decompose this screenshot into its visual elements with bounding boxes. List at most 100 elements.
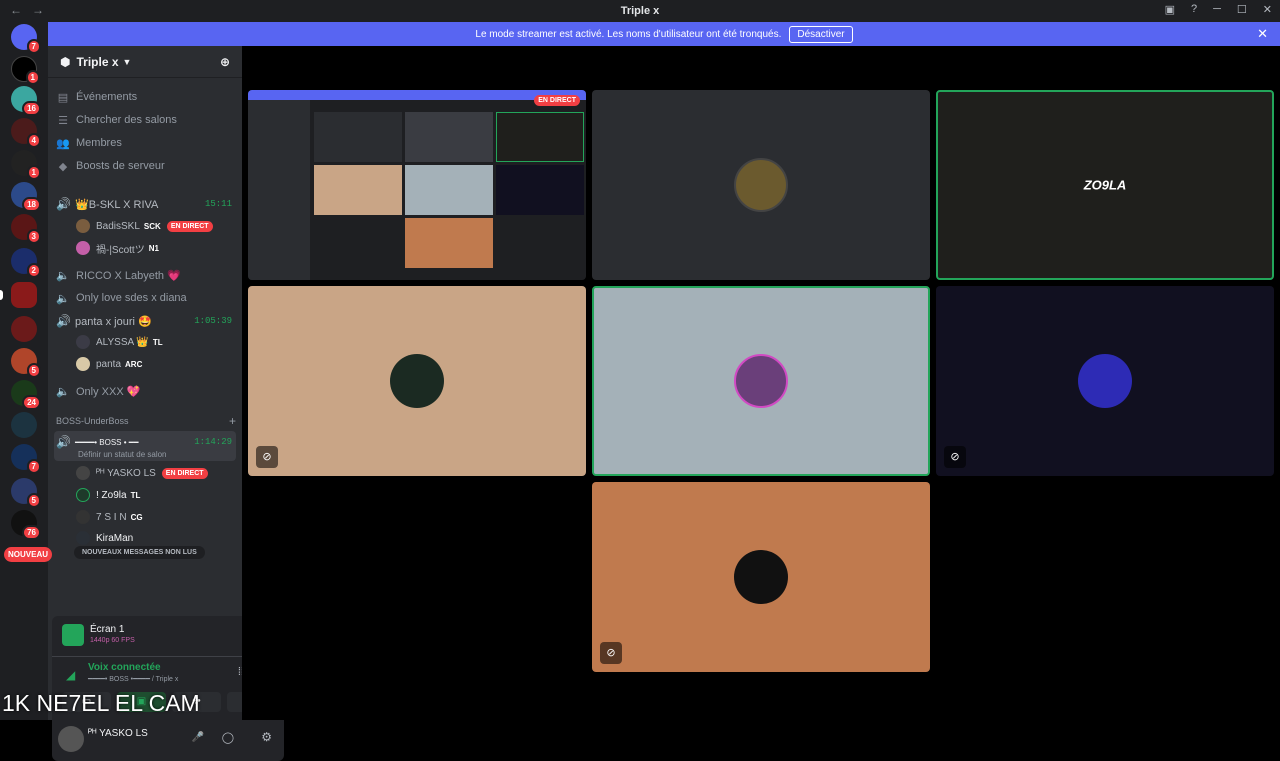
voice-channel[interactable]: 🔈 Only love sdes x diana <box>56 287 236 309</box>
avatar <box>734 354 788 408</box>
stream-icon <box>62 624 84 646</box>
unread-messages-pill[interactable]: NOUVEAUX MESSAGES NON LUS <box>74 546 205 559</box>
voice-user[interactable]: 7 S I N CG <box>76 507 236 527</box>
server-icon[interactable]: 4 <box>11 118 41 148</box>
voice-channel[interactable]: 🔈 RICCO X Labyeth 💗 <box>56 264 236 286</box>
voice-user[interactable]: ALYSSA 👑 TL <box>76 332 236 352</box>
stage-grid: EN DIRECT ZO9LA ⊘ ⊘ ⊘ <box>242 46 1280 720</box>
user-avatar[interactable] <box>58 726 84 752</box>
stream-overlay-text: 1K NE7EL EL CAM <box>2 690 200 716</box>
add-channel-icon[interactable]: + <box>229 414 236 428</box>
user-name[interactable]: ᴾᴴ YASKO LS <box>88 728 148 739</box>
participant-tile-speaking[interactable]: ZO9LA <box>936 90 1274 280</box>
participant-tile[interactable]: ⊘ <box>936 286 1274 476</box>
guild-name: Triple x <box>76 54 119 69</box>
invite-icon[interactable]: ⊕ <box>220 55 230 69</box>
avatar-logo: ZO9LA <box>1083 177 1127 193</box>
server-icon[interactable]: 18 <box>11 182 41 212</box>
voice-channel[interactable]: 🔊 👑B-SKL X RIVA 15:11 <box>56 193 236 215</box>
stream-title: Écran 1 <box>90 624 125 635</box>
server-icon[interactable] <box>11 316 37 342</box>
server-list: 7 1 16 4 1 18 3 2 5 24 7 5 76 <box>0 22 48 720</box>
speaker-icon: 🔈 <box>56 292 70 305</box>
title-bar: ←→ Triple x ▣ ? ─ ☐ ✕ <box>0 0 1280 22</box>
speaker-icon: 🔈 <box>56 269 70 282</box>
channel-sidebar: ⬢ Triple x ▼ ⊕ ▤ Événements ☰ Chercher des… <box>48 46 284 761</box>
voice-channel-name[interactable]: ━━━━• BOSS •━━━━ / Triple x <box>88 675 178 683</box>
video-off-icon: ⊘ <box>944 446 966 468</box>
video-off-icon: ⊘ <box>256 446 278 468</box>
avatar <box>76 241 90 255</box>
voice-user[interactable]: panta ARC <box>76 354 236 374</box>
avatar <box>76 335 90 349</box>
voice-user[interactable]: ᴾᴴ YASKO LS EN DIRECT <box>76 463 236 483</box>
speaker-icon: 🔊 <box>56 435 71 449</box>
voice-channel[interactable]: 🔊 panta x jouri 🤩 1:05:39 <box>56 310 236 332</box>
microphone-icon[interactable]: 🎤 <box>192 732 204 743</box>
server-icon[interactable] <box>11 412 37 438</box>
browse-icon: ☰ <box>58 114 68 127</box>
close-banner-icon[interactable]: ✕ <box>1257 26 1268 42</box>
menu-events[interactable]: ▤ Événements <box>56 86 236 108</box>
menu-browse-channels[interactable]: ☰ Chercher des salons <box>56 109 236 131</box>
server-icon[interactable]: 5 <box>11 478 41 508</box>
banner-text: Le mode streamer est activé. Les noms d'… <box>475 28 782 40</box>
avatar <box>76 488 90 502</box>
inbox-icon[interactable]: ▣ <box>1165 3 1175 16</box>
voice-user[interactable]: 禍-|Scottツ N1 <box>76 238 236 258</box>
speaker-icon: 🔊 <box>56 314 71 328</box>
new-servers-badge[interactable]: NOUVEAU <box>4 547 53 562</box>
discord-home-icon[interactable]: 7 <box>11 24 41 54</box>
settings-gear-icon[interactable]: ⚙ <box>261 730 272 744</box>
server-icon[interactable]: 2 <box>11 248 41 278</box>
chevron-down-icon: ▼ <box>122 56 132 67</box>
connection-icon[interactable]: ◢ <box>66 668 75 682</box>
maximize-button[interactable]: ☐ <box>1237 3 1247 16</box>
guild-header[interactable]: ⬢ Triple x ▼ ⊕ <box>48 46 242 78</box>
speaker-icon: 🔈 <box>56 385 70 398</box>
calendar-icon: ▤ <box>57 91 69 104</box>
voice-user[interactable]: ! Zo9la TL <box>76 485 236 505</box>
server-icon[interactable]: 1 <box>11 56 40 85</box>
avatar <box>76 466 90 480</box>
voice-channel[interactable]: 🔈 Only XXX 💖 <box>56 380 236 402</box>
window-title: Triple x <box>620 5 660 17</box>
voice-user[interactable]: KiraMan <box>76 528 236 548</box>
menu-server-boosts[interactable]: ◆ Boosts de serveur <box>56 155 236 177</box>
avatar <box>76 357 90 371</box>
speaker-icon: 🔊 <box>56 197 71 211</box>
participant-tile-speaking[interactable] <box>592 286 930 476</box>
server-icon[interactable]: 1 <box>11 150 41 180</box>
server-icon[interactable]: 16 <box>11 86 41 116</box>
avatar <box>734 158 788 212</box>
help-icon[interactable]: ? <box>1191 3 1197 16</box>
minimize-button[interactable]: ─ <box>1213 3 1221 16</box>
server-icon[interactable]: 7 <box>11 444 41 474</box>
streamer-mode-banner: Le mode streamer est activé. Les noms d'… <box>48 22 1280 46</box>
voice-status[interactable]: Voix connectée <box>88 662 161 673</box>
participant-tile[interactable]: ⊘ <box>592 482 930 672</box>
participant-tile[interactable] <box>592 90 930 280</box>
participant-tile[interactable]: ⊘ <box>248 286 586 476</box>
server-icon[interactable]: 3 <box>11 214 41 244</box>
avatar <box>390 354 444 408</box>
avatar <box>76 531 90 545</box>
close-window-button[interactable]: ✕ <box>1263 3 1272 16</box>
video-off-icon: ⊘ <box>600 642 622 664</box>
members-icon: 👥 <box>56 137 70 150</box>
server-icon[interactable]: 76 <box>11 510 41 540</box>
channel-status[interactable]: Définir un statut de salon <box>78 447 238 461</box>
headset-icon[interactable]: ◯ <box>222 731 234 744</box>
category-header[interactable]: BOSS-UnderBoss + <box>56 414 236 428</box>
avatar <box>76 219 90 233</box>
voice-user[interactable]: BadisSKL SCK EN DIRECT <box>76 216 236 236</box>
server-icon[interactable]: 5 <box>11 348 41 378</box>
guild-icon: ⬢ <box>60 54 71 69</box>
menu-members[interactable]: 👥 Membres <box>56 132 236 154</box>
disable-streamer-mode-button[interactable]: Désactiver <box>789 25 853 43</box>
avatar <box>734 550 788 604</box>
server-icon[interactable]: 24 <box>11 380 41 410</box>
server-icon-selected[interactable] <box>0 282 37 308</box>
live-badge: EN DIRECT <box>534 95 580 106</box>
screen-share-tile[interactable]: EN DIRECT <box>248 90 586 280</box>
